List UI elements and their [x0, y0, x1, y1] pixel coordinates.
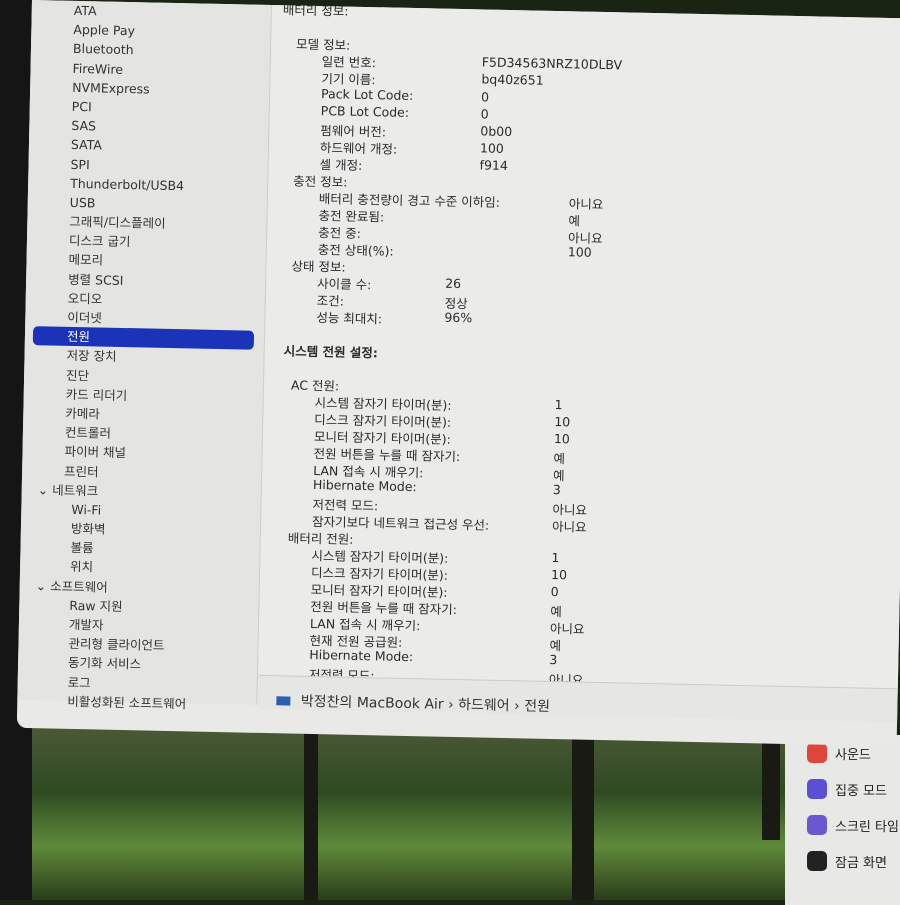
power-detail-pane: 배터리 정보: 모델 정보: 일련 번호: F5D34563NRZ10DLBV 기기 이… [258, 2, 900, 689]
property-value: f914 [479, 157, 509, 174]
sidebar-item-label: 파이버 채널 [64, 444, 127, 461]
sidebar-item-label: 디스크 굽기 [68, 233, 131, 250]
sidebar-item-label: 동기화 서비스 [67, 655, 142, 672]
lock-icon [807, 851, 827, 871]
chevron-down-icon[interactable]: ⌄ [36, 578, 51, 593]
property-value: 3 [549, 651, 558, 668]
property-value: 0b00 [480, 123, 513, 140]
path-item[interactable]: 하드웨어 [458, 697, 510, 714]
sidebar-item-label: 네트워크 [52, 482, 99, 499]
path-separator: › [447, 696, 454, 713]
property-label: Pack Lot Code: [320, 86, 414, 104]
system-information-window: ATA Apple Pay Bluetooth FireWire NVMExpress P… [16, 0, 900, 747]
path-item[interactable]: 박정찬의 MacBook Air [301, 694, 444, 713]
sidebar-item-label: 메모리 [68, 252, 104, 268]
sidebar-item-label: 위치 [69, 559, 94, 575]
sidebar-item-label: 카드 리더기 [65, 386, 128, 403]
sidebar-item-label: 카메라 [65, 405, 101, 422]
sidebar-item-label: 프린터 [63, 463, 99, 479]
settings-item-label: 사운드 [835, 747, 871, 763]
property-value: 아니요 [551, 519, 587, 535]
property-label: 성능 최대치: [316, 310, 383, 327]
property-value: 10 [554, 414, 571, 430]
sidebar-item-label: ATA [73, 2, 97, 19]
settings-item[interactable]: 잠금 화면 [785, 843, 900, 879]
property-value: 10 [553, 431, 570, 447]
sidebar-item-label: 이더넷 [67, 309, 103, 326]
sidebar: ATA Apple Pay Bluetooth FireWire NVMExpress P… [17, 0, 272, 711]
sidebar-item-label: Raw 지원 [69, 597, 123, 614]
property-value: 0 [550, 583, 559, 600]
sidebar-item-label: Wi-Fi [71, 501, 102, 518]
property-value: 96% [444, 309, 473, 326]
sidebar-item-label: 방화벽 [70, 520, 106, 537]
property-value: 0 [480, 89, 490, 105]
sidebar-item-label: PCI [71, 98, 92, 115]
settings-item-label: 스크린 타임 [835, 819, 899, 835]
sidebar-item-label: 컨트롤러 [64, 424, 112, 441]
sidebar-item-label: 비활성화된 소프트웨어 [67, 693, 187, 712]
sidebar-item-label: 저장 장치 [66, 348, 117, 365]
speaker-icon [807, 743, 827, 763]
settings-item[interactable]: 집중 모드 [785, 771, 900, 807]
sidebar-item-label: SPI [70, 156, 90, 172]
property-label: Hibernate Mode: [309, 646, 414, 665]
sidebar-item-label: 볼륨 [70, 540, 94, 556]
system-settings-sidebar: 사운드집중 모드스크린 타임잠금 화면 [785, 735, 900, 905]
sidebar-item-label: 오디오 [67, 290, 103, 307]
property-value: 1 [554, 397, 563, 413]
chevron-down-icon[interactable]: ⌄ [38, 482, 53, 497]
sidebar-item-label: 병렬 SCSI [68, 271, 124, 288]
settings-item[interactable]: 스크린 타임 [785, 807, 900, 843]
property-value: 100 [567, 244, 592, 260]
sidebar-item-label: Bluetooth [72, 41, 134, 58]
property-label: PCB Lot Code: [320, 103, 410, 120]
property-value: 26 [445, 275, 462, 292]
path-separator: › [513, 698, 520, 715]
sidebar-item-label: 개발자 [68, 616, 104, 633]
property-label: 시스템 전원 설정: [283, 343, 379, 361]
property-label: 배터리 정보: [282, 2, 349, 19]
property-value: 100 [479, 140, 505, 156]
property-label: Hibernate Mode: [312, 476, 417, 495]
property-value: F5D34563NRZ10DLBV [481, 54, 623, 73]
property-label: 기기 이름: [321, 71, 376, 88]
path-item[interactable]: 전원 [524, 698, 550, 715]
sidebar-item-label: USB [69, 194, 96, 211]
sidebar-item-label: Thunderbolt/USB4 [70, 175, 185, 193]
laptop-icon [276, 696, 291, 706]
moon-icon [807, 779, 827, 799]
property-value: 1 [551, 550, 560, 566]
desktop-wallpaper [32, 720, 792, 900]
property-value: 10 [550, 566, 568, 583]
sidebar-item-label: Apple Pay [73, 22, 136, 39]
sidebar-item-label: NVMExpress [72, 79, 150, 97]
settings-item-label: 집중 모드 [835, 783, 887, 799]
sidebar-item-label: FireWire [72, 60, 124, 77]
hourglass-icon [807, 815, 827, 835]
sidebar-item-label: SAS [71, 117, 97, 134]
sidebar-item-label: 진단 [65, 367, 90, 383]
settings-item-label: 잠금 화면 [835, 855, 887, 871]
sidebar-item-label: SATA [70, 137, 103, 153]
sidebar-item-label: 로그 [67, 674, 91, 690]
sidebar-item-label: 관리형 클라이언트 [68, 636, 165, 654]
sidebar-item-label: 전원 [66, 328, 91, 345]
property-value: 0 [480, 106, 489, 122]
property-value: 3 [552, 482, 561, 498]
sidebar-item[interactable]: 비활성화된 소프트웨어 [17, 691, 256, 715]
sidebar-item-label: 그래픽/디스플레이 [69, 213, 166, 231]
sidebar-item-label: 소프트웨어 [50, 578, 108, 595]
property-value: bq40z651 [481, 71, 544, 88]
